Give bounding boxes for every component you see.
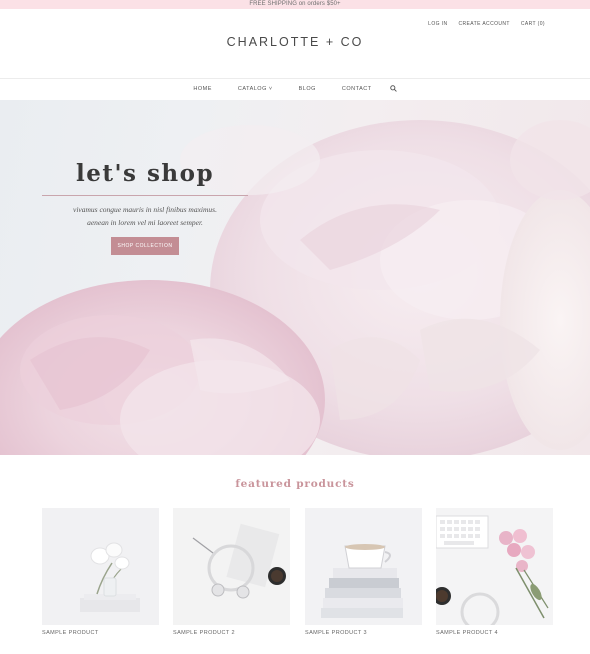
featured-products-heading: featured products (235, 478, 355, 490)
hero-copy: let's shop vivamus congue mauris in nisl… (42, 160, 248, 255)
nav-catalog[interactable]: CATALOG ˅ (238, 86, 273, 92)
product-image[interactable] (173, 508, 290, 625)
nav-home[interactable]: HOME (193, 86, 212, 92)
shop-collection-button[interactable]: SHOP COLLECTION (110, 237, 180, 255)
product-card[interactable]: SAMPLE PRODUCT 4 (436, 508, 553, 636)
main-nav: HOME CATALOG ˅ BLOG CONTACT (0, 85, 590, 92)
hero-title: let's shop (75, 160, 215, 187)
hero-subtitle-line-1: vivamus congue mauris in nisl finibus ma… (73, 205, 217, 214)
promo-bar: FREE SHIPPING on orders $50+ (0, 0, 590, 9)
create-account-link[interactable]: CREATE ACCOUNT (459, 21, 510, 27)
search-icon[interactable] (389, 85, 397, 92)
site-logo[interactable]: CHARLOTTE + CO (0, 35, 590, 49)
product-image[interactable] (42, 508, 159, 625)
nav-contact[interactable]: CONTACT (342, 86, 372, 92)
product-name[interactable]: SAMPLE PRODUCT 3 (305, 630, 422, 636)
login-link[interactable]: LOG IN (428, 21, 447, 27)
hero-divider (42, 195, 248, 196)
product-image[interactable] (305, 508, 422, 625)
peony-flowers-image (0, 120, 590, 455)
product-image[interactable] (436, 508, 553, 625)
hero-subtitle-line-2: aenean in lorem vel mi laoreet semper. (87, 218, 203, 227)
product-card[interactable]: SAMPLE PRODUCT 2 (173, 508, 290, 636)
header-divider (0, 78, 590, 79)
product-name[interactable]: SAMPLE PRODUCT 4 (436, 630, 553, 636)
account-links: LOG IN CREATE ACCOUNT CART (0) (428, 21, 545, 27)
cart-link[interactable]: CART (0) (521, 21, 545, 27)
product-name[interactable]: SAMPLE PRODUCT 2 (173, 630, 290, 636)
hero-banner: let's shop vivamus congue mauris in nisl… (0, 100, 590, 455)
hero-subtitle: vivamus congue mauris in nisl finibus ma… (42, 203, 248, 229)
product-name[interactable]: SAMPLE PRODUCT (42, 630, 159, 636)
nav-blog[interactable]: BLOG (299, 86, 316, 92)
product-card[interactable]: SAMPLE PRODUCT 3 (305, 508, 422, 636)
product-card[interactable]: SAMPLE PRODUCT (42, 508, 159, 636)
